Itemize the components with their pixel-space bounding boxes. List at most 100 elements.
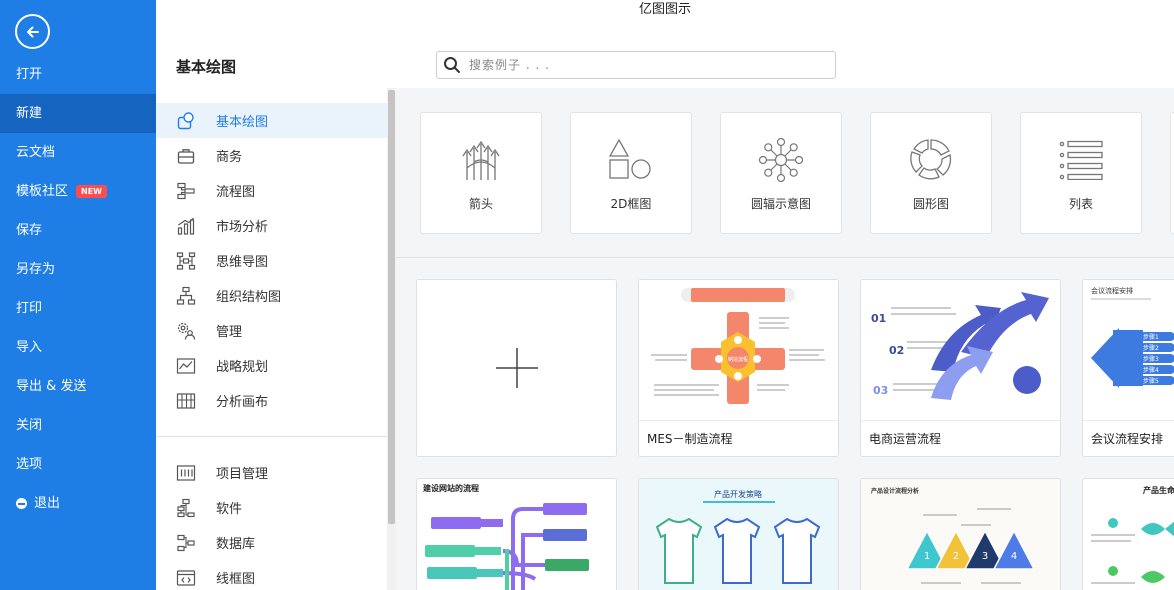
menu-item-11[interactable]: 退出 [0,484,156,523]
menu-item-label: 云文档 [16,145,56,160]
menu-item-7[interactable]: 导入 [0,328,156,367]
menu-item-label: 打印 [16,301,43,316]
menu-item-5[interactable]: 另存为 [0,250,156,289]
canvas-icon [175,390,197,412]
svg-text:产品生命: 产品生命 [1143,485,1174,495]
category-item-group2-1[interactable]: 软件 [156,490,388,525]
search-box[interactable] [436,51,836,79]
svg-text:制造流程: 制造流程 [728,356,748,363]
category-item-group1-4[interactable]: 思维导图 [156,243,388,278]
category-item-group1-8[interactable]: 分析画布 [156,383,388,418]
menu-item-1[interactable]: 新建 [0,94,156,133]
category-item-group1-6[interactable]: 管理 [156,313,388,348]
svg-text:01: 01 [871,312,886,325]
category-label: 数据库 [216,537,256,552]
menu-item-label: 导入 [16,340,43,355]
svg-text:4: 4 [1011,551,1017,562]
template-thumbnail: 产品设计流程分析 1 2 3 4 [861,479,1060,590]
diagram-type-label: 列表 [1068,197,1093,211]
category-label: 管理 [216,325,243,340]
category-item-group1-5[interactable]: 组织结构图 [156,278,388,313]
menu-item-label: 新建 [16,106,43,121]
sidebar-scrollbar[interactable] [387,88,396,590]
diagram-type-card-4[interactable]: 列表 [1020,112,1142,234]
category-item-group2-2[interactable]: 数据库 [156,525,388,560]
svg-text:步骤1: 步骤1 [1143,333,1159,341]
org-chart-icon [175,285,197,307]
flowchart-icon [175,180,197,202]
menu-item-6[interactable]: 打印 [0,289,156,328]
category-label: 组织结构图 [216,290,282,305]
category-label: 流程图 [216,185,256,200]
template-thumbnail: 产品生命 [1083,479,1174,590]
category-item-group1-7[interactable]: 战略规划 [156,348,388,383]
shapes-2d-icon [571,137,691,183]
template-label: MES－制造流程 [647,432,733,446]
svg-text:步骤5: 步骤5 [1143,377,1159,385]
diagram-type-card-partial[interactable] [1170,112,1174,234]
back-button[interactable] [15,14,50,49]
svg-text:步骤3: 步骤3 [1143,355,1159,363]
basic-drawing-icon [175,110,197,132]
template-gallery: 箭头 2D框图 圆辐示意图 圆形图 列表 制造流程 MES－制造流程 01 02 03 电商运营流… [396,88,1174,590]
software-icon [175,497,197,519]
category-item-group1-2[interactable]: 流程图 [156,173,388,208]
category-label: 商务 [216,150,243,165]
template-card-design[interactable]: 产品设计流程分析 1 2 3 4 [860,478,1061,590]
menu-item-4[interactable]: 保存 [0,211,156,250]
menu-item-8[interactable]: 导出 & 发送 [0,367,156,406]
category-item-group1-0[interactable]: 基本绘图 [156,103,388,138]
diagram-type-card-0[interactable]: 箭头 [420,112,542,234]
template-card-product[interactable]: 产品开发策略 [638,478,839,590]
category-item-group2-0[interactable]: 项目管理 [156,455,388,490]
category-item-group1-3[interactable]: 市场分析 [156,208,388,243]
template-thumbnail: 建设网站的流程 [417,479,616,590]
exit-icon [16,498,27,509]
svg-text:03: 03 [873,384,888,397]
category-item-group1-1[interactable]: 商务 [156,138,388,173]
menu-item-label: 选项 [16,457,43,472]
menu-item-0[interactable]: 打开 [0,55,156,94]
menu-item-2[interactable]: 云文档 [0,133,156,172]
menu-item-10[interactable]: 选项 [0,445,156,484]
menu-item-label: 导出 & 发送 [16,379,87,394]
svg-text:步骤4: 步骤4 [1143,366,1159,374]
sidebar-scrollbar-thumb[interactable] [388,90,395,524]
svg-text:02: 02 [889,344,904,357]
template-card-divider [861,420,1060,421]
template-card-blank[interactable] [416,279,617,457]
category-item-group2-3[interactable]: 线框图 [156,560,388,590]
menu-item-9[interactable]: 关闭 [0,406,156,445]
blank-template-thumbnail [417,280,616,456]
menu-item-3[interactable]: 模板社区 NEW [0,172,156,211]
template-label: 会议流程安排 [1091,432,1164,446]
template-card-divider [639,420,838,421]
bar-chart-icon [175,215,197,237]
mindmap-icon [175,250,197,272]
template-card-lifecycle[interactable]: 产品生命 [1082,478,1174,590]
list-icon [1021,137,1141,183]
template-card-ecommerce[interactable]: 01 02 03 电商运营流程 [860,279,1061,457]
template-thumbnail: 会议流程安排 步骤1 步骤2 步骤3 步骤4 步骤5 [1083,280,1174,420]
category-label: 线框图 [216,572,256,587]
search-input[interactable] [469,58,809,72]
template-card-divider [1083,420,1174,421]
svg-text:3: 3 [982,551,988,562]
diagram-type-card-1[interactable]: 2D框图 [570,112,692,234]
svg-text:建设网站的流程: 建设网站的流程 [422,483,479,493]
diagram-type-label: 2D框图 [610,197,652,211]
diagram-type-label: 圆辐示意图 [750,197,811,211]
diagram-type-card-2[interactable]: 圆辐示意图 [720,112,842,234]
category-sidebar: 基本绘图商务流程图市场分析 思维导图组织结构图管理战略规划分析画布项目管理软件数据… [156,88,388,590]
category-label: 分析画布 [216,395,269,410]
menu-item-label: 退出 [34,496,61,511]
diagram-type-card-3[interactable]: 圆形图 [870,112,992,234]
new-badge: NEW [76,185,107,198]
search-icon [444,57,460,73]
category-label: 项目管理 [216,467,269,482]
template-card-mes[interactable]: 制造流程 MES－制造流程 [638,279,839,457]
template-card-meeting[interactable]: 会议流程安排 步骤1 步骤2 步骤3 步骤4 步骤5 会议流程安排 [1082,279,1174,457]
database-icon [175,532,197,554]
template-card-website[interactable]: 建设网站的流程 [416,478,617,590]
svg-text:会议流程安排: 会议流程安排 [1091,286,1133,295]
